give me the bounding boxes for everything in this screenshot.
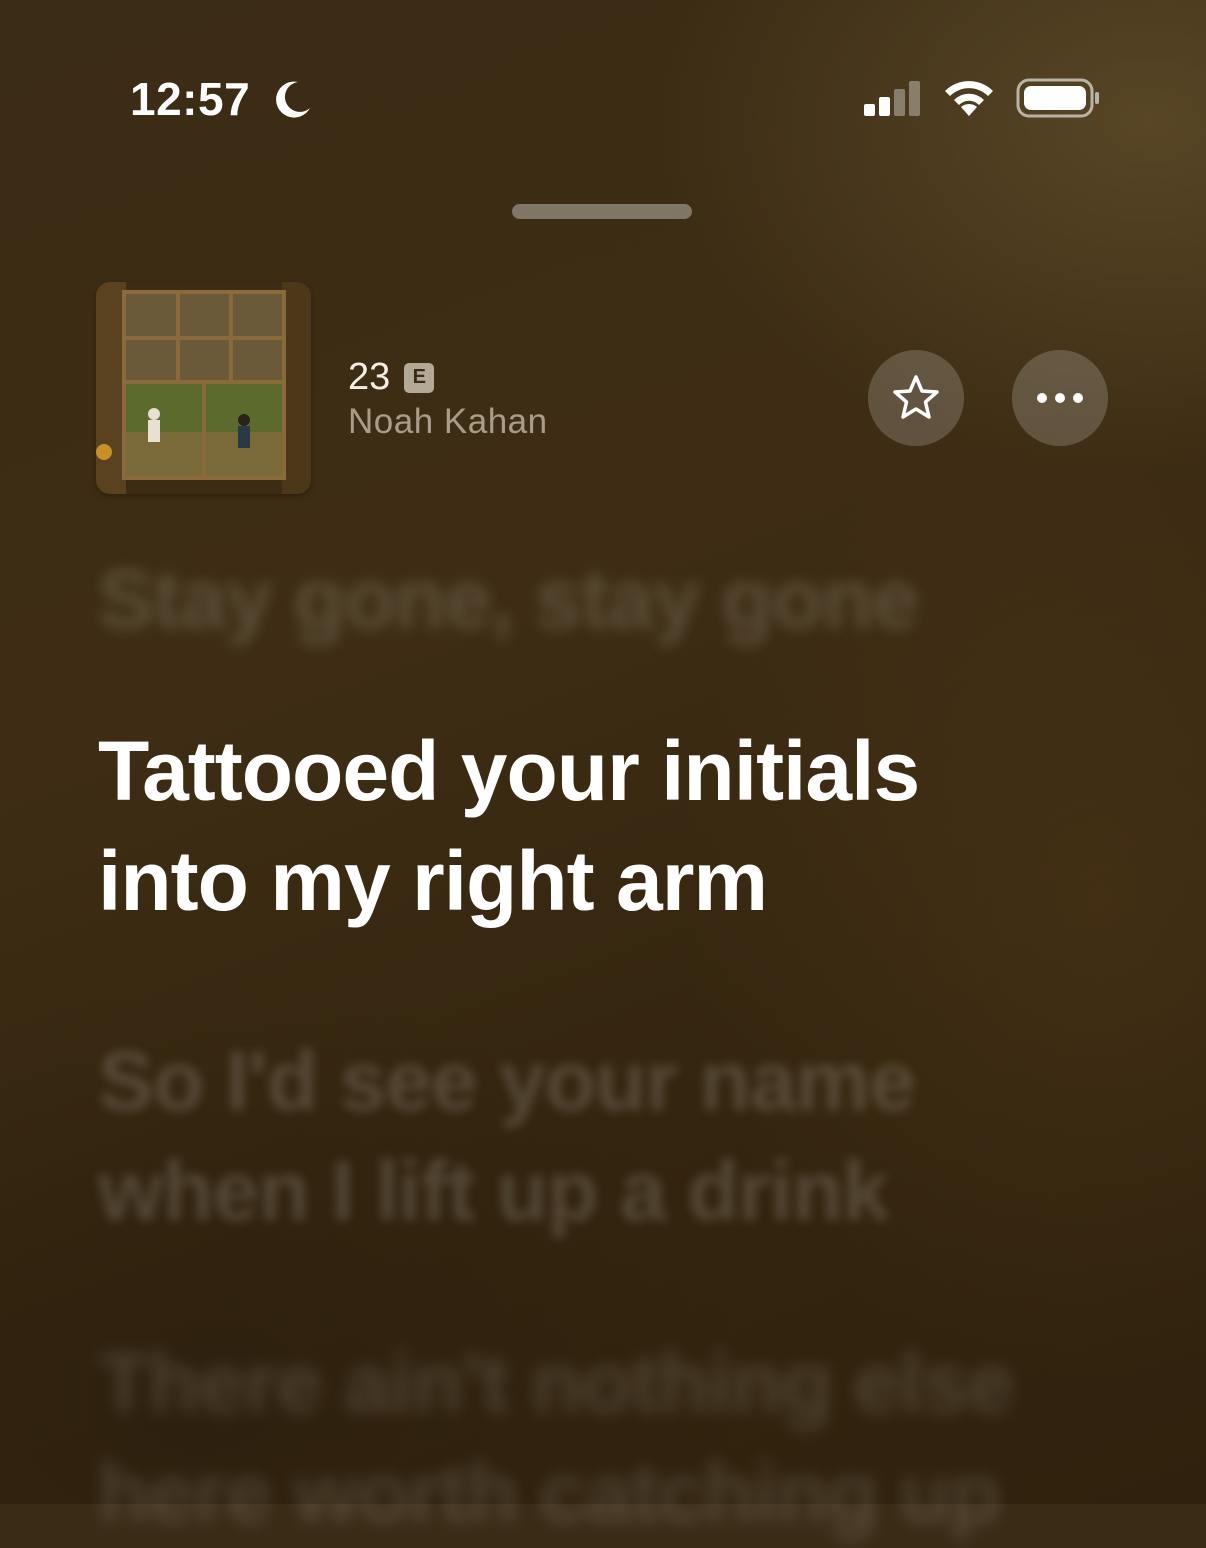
battery-icon (1016, 78, 1099, 118)
cellular-signal-icon (864, 81, 920, 116)
more-button[interactable] (1012, 350, 1108, 446)
lyric-text: here worth catching up (98, 1446, 1001, 1540)
lyric-line-next[interactable]: So I'd see your name when I lift up a dr… (98, 1026, 916, 1246)
lyric-text: Tattooed your initials (98, 724, 920, 818)
wifi-icon (945, 81, 993, 116)
moon-icon (276, 81, 310, 118)
window-scene-image (96, 282, 311, 494)
artist-name[interactable]: Noah Kahan (348, 402, 548, 442)
lyric-line-previous[interactable]: Stay gone, stay gone (98, 544, 919, 654)
lyric-text: Stay gone, stay gone (98, 552, 919, 646)
track-title[interactable]: 23 (348, 356, 390, 399)
favorite-button[interactable] (868, 350, 964, 446)
explicit-badge: E (404, 362, 435, 393)
lyric-text: There ain't nothing else (98, 1336, 1014, 1430)
lyric-text: when I lift up a drink (98, 1144, 889, 1238)
lyric-line-next-2[interactable]: There ain't nothing else here worth catc… (98, 1328, 1014, 1548)
sheet-grabber[interactable] (512, 204, 692, 219)
star-icon (893, 375, 939, 419)
lyric-text: into my right arm (98, 834, 768, 928)
lyric-line-current[interactable]: Tattooed your initials into my right arm (98, 716, 920, 936)
album-artwork[interactable] (96, 282, 311, 494)
ellipsis-icon (1037, 393, 1083, 403)
track-title-row: 23 E (348, 356, 435, 399)
lyric-text: So I'd see your name (98, 1034, 916, 1128)
status-time: 12:57 (130, 73, 251, 125)
